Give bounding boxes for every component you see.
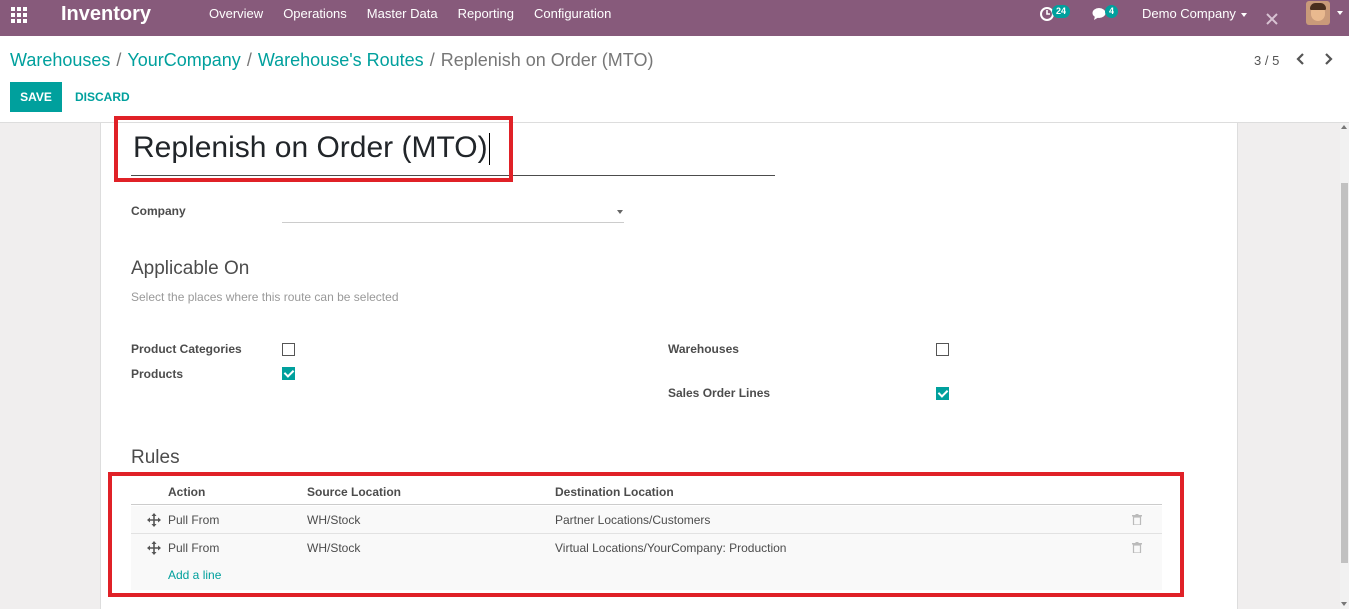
- pager-next-icon[interactable]: [1321, 51, 1335, 67]
- applicable-on-hint: Select the places where this route can b…: [131, 290, 399, 304]
- breadcrumb: Warehouses / YourCompany / Warehouse's Route…: [10, 50, 653, 71]
- trash-icon[interactable]: [1132, 514, 1142, 525]
- rules-title: Rules: [131, 447, 180, 468]
- menu-reporting[interactable]: Reporting: [448, 0, 524, 36]
- scroll-up-icon[interactable]: [1341, 125, 1347, 129]
- rules-table-header: Action Source Location Destination Locat…: [131, 480, 1162, 505]
- menu-configuration[interactable]: Configuration: [524, 0, 621, 36]
- add-line-row: [131, 561, 1162, 590]
- user-menu-caret-icon[interactable]: [1337, 11, 1343, 15]
- pager-value[interactable]: 3 / 5: [1254, 53, 1279, 68]
- applicable-on-title: Applicable On: [131, 258, 250, 279]
- breadcrumb-current: Replenish on Order (MTO): [440, 50, 654, 70]
- rule-action: Pull From: [168, 541, 220, 555]
- menu-operations[interactable]: Operations: [273, 0, 357, 36]
- main-menu: Overview Operations Master Data Reportin…: [199, 0, 621, 36]
- add-a-line-link[interactable]: Add a line: [168, 568, 221, 582]
- company-select[interactable]: [282, 200, 624, 223]
- breadcrumb-warehouse-routes[interactable]: Warehouse's Routes: [258, 50, 424, 70]
- breadcrumb-separator: /: [429, 50, 435, 70]
- company-label: Company: [131, 204, 186, 218]
- column-header-destination-location[interactable]: Destination Location: [555, 485, 674, 499]
- save-button[interactable]: SAVE: [10, 82, 62, 112]
- breadcrumb-warehouses[interactable]: Warehouses: [10, 50, 110, 70]
- text-cursor: [488, 133, 490, 166]
- products-checkbox[interactable]: [282, 367, 295, 380]
- discard-button[interactable]: DISCARD: [68, 82, 137, 112]
- top-navbar: Inventory Overview Operations Master Dat…: [0, 0, 1349, 36]
- pager-previous-icon[interactable]: [1294, 51, 1308, 67]
- caret-down-icon[interactable]: [617, 210, 623, 214]
- sales-order-lines-label: Sales Order Lines: [668, 386, 771, 400]
- debug-tools-icon[interactable]: [1265, 12, 1279, 26]
- table-row[interactable]: Pull From WH/Stock Partner Locations/Cus…: [131, 506, 1162, 534]
- rule-action: Pull From: [168, 513, 220, 527]
- app-brand[interactable]: Inventory: [61, 3, 151, 26]
- caret-down-icon: [1240, 12, 1247, 17]
- user-avatar[interactable]: [1306, 1, 1330, 25]
- breadcrumb-yourcompany[interactable]: YourCompany: [127, 50, 240, 70]
- company-name: Demo Company: [1142, 6, 1236, 21]
- activity-menu[interactable]: 24: [1039, 5, 1071, 25]
- breadcrumb-separator: /: [116, 50, 122, 70]
- column-header-source-location[interactable]: Source Location: [307, 485, 401, 499]
- activity-count-badge: 24: [1052, 5, 1071, 18]
- vertical-scrollbar[interactable]: [1340, 123, 1349, 609]
- rule-source-location: WH/Stock: [307, 541, 361, 555]
- scroll-down-icon[interactable]: [1341, 602, 1347, 606]
- table-row[interactable]: Pull From WH/Stock Virtual Locations/You…: [131, 534, 1162, 562]
- column-header-action[interactable]: Action: [168, 485, 205, 499]
- drag-handle-icon[interactable]: [147, 513, 161, 527]
- rule-destination-location: Partner Locations/Customers: [555, 513, 711, 527]
- route-name-value: Replenish on Order (MTO): [133, 131, 488, 164]
- drag-handle-icon[interactable]: [147, 541, 161, 555]
- control-panel: Warehouses / YourCompany / Warehouse's Route…: [0, 36, 1349, 123]
- products-label: Products: [131, 367, 184, 381]
- menu-overview[interactable]: Overview: [199, 0, 273, 36]
- menu-master-data[interactable]: Master Data: [357, 0, 448, 36]
- messaging-menu[interactable]: 4: [1092, 5, 1122, 25]
- rule-destination-location: Virtual Locations/YourCompany: Productio…: [555, 541, 787, 555]
- product-categories-label: Product Categories: [131, 342, 242, 356]
- product-categories-checkbox[interactable]: [282, 343, 295, 356]
- sales-order-lines-checkbox[interactable]: [936, 387, 949, 400]
- apps-menu-icon[interactable]: [11, 7, 29, 25]
- rule-source-location: WH/Stock: [307, 513, 361, 527]
- warehouses-checkbox[interactable]: [936, 343, 949, 356]
- breadcrumb-separator: /: [246, 50, 252, 70]
- message-count-badge: 4: [1105, 5, 1119, 18]
- scrollbar-thumb[interactable]: [1341, 183, 1348, 563]
- warehouses-label: Warehouses: [668, 342, 739, 356]
- trash-icon[interactable]: [1132, 542, 1142, 553]
- company-switcher[interactable]: Demo Company: [1142, 6, 1247, 21]
- route-name-input[interactable]: Replenish on Order (MTO): [131, 124, 775, 176]
